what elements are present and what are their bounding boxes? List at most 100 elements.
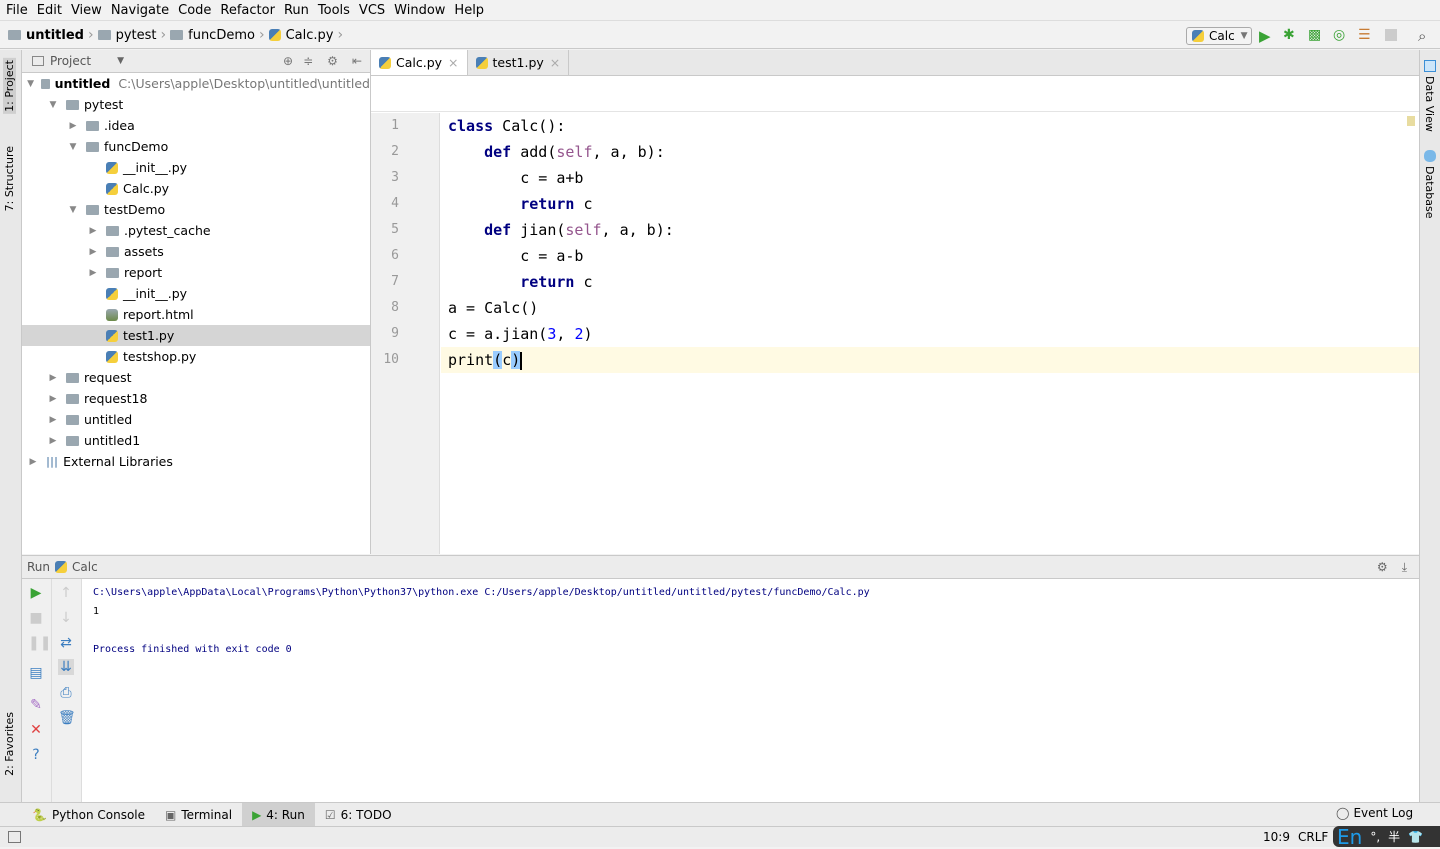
collapsed-arrow-icon[interactable]: ▶ [46, 373, 60, 383]
collapsed-arrow-icon[interactable]: ▶ [66, 121, 80, 131]
run-tab[interactable]: Calc [72, 560, 98, 574]
breadcrumb-item[interactable]: Calc.py › [268, 27, 343, 43]
caret-position[interactable]: 10:9 [1263, 830, 1290, 844]
tree-item[interactable]: ▼ funcDemo [22, 136, 370, 157]
chevron-down-icon[interactable]: ▼ [117, 56, 124, 66]
bottom-tab-todo[interactable]: ☑ 6: TODO [315, 803, 402, 826]
menu-run[interactable]: Run [284, 3, 309, 18]
tree-item[interactable]: __init__.py [22, 283, 370, 304]
profile-icon[interactable]: ◎ [1333, 27, 1349, 43]
collapsed-arrow-icon[interactable]: ▶ [86, 247, 100, 257]
menu-edit[interactable]: Edit [37, 3, 62, 18]
close-icon[interactable]: × [550, 55, 560, 70]
collapsed-arrow-icon[interactable]: ▶ [86, 226, 100, 236]
menu-navigate[interactable]: Navigate [111, 3, 169, 18]
console-output[interactable]: C:\Users\apple\AppData\Local\Programs\Py… [93, 583, 870, 659]
menu-vcs[interactable]: VCS [359, 3, 385, 18]
event-log-button[interactable]: ◯ Event Log [1336, 806, 1413, 820]
ime-indicator[interactable]: En °, 半 👕 [1333, 825, 1440, 849]
menu-view[interactable]: View [71, 3, 102, 18]
gear-icon[interactable]: ⚙ [327, 54, 338, 68]
layout-icon[interactable]: ▤ [28, 665, 44, 681]
pin-icon[interactable]: ✎ [28, 697, 44, 713]
menu-file[interactable]: File [6, 3, 28, 18]
minimize-icon[interactable]: ⤓ [1402, 560, 1407, 575]
collapsed-arrow-icon[interactable]: ▶ [26, 457, 40, 467]
code-line[interactable]: c = a.jian(3, 2) [441, 321, 1419, 347]
tree-item[interactable]: ▼ untitled C:\Users\apple\Desktop\untitled… [22, 73, 370, 94]
down-arrow-icon[interactable]: ↓ [58, 610, 74, 626]
menu-refactor[interactable]: Refactor [220, 3, 275, 18]
code-line[interactable]: return c [441, 269, 1419, 295]
help-icon[interactable]: ? [28, 747, 44, 763]
bottom-tab-python-console[interactable]: 🐍 Python Console [22, 803, 155, 826]
concurrency-icon[interactable]: ☰ [1358, 27, 1374, 43]
inspection-indicator[interactable] [1407, 116, 1415, 126]
collapsed-arrow-icon[interactable]: ▶ [86, 268, 100, 278]
hide-panel-icon[interactable]: ⇤ [352, 54, 362, 68]
expanded-arrow-icon[interactable]: ▼ [66, 142, 80, 152]
menu-help[interactable]: Help [454, 3, 484, 18]
bottom-tab-terminal[interactable]: ▣ Terminal [155, 803, 242, 826]
stop-icon[interactable]: ■ [28, 610, 44, 626]
expanded-arrow-icon[interactable]: ▼ [66, 205, 80, 215]
breadcrumb-item[interactable]: pytest › [97, 27, 166, 43]
tree-item[interactable]: testshop.py [22, 346, 370, 367]
collapsed-arrow-icon[interactable]: ▶ [46, 394, 60, 404]
tree-item[interactable]: ▶ untitled1 [22, 430, 370, 451]
run-icon[interactable]: ▶ [1259, 27, 1275, 45]
debug-icon[interactable]: ✱ [1283, 27, 1299, 43]
close-icon[interactable]: ✕ [28, 722, 44, 738]
tree-item[interactable]: ▶ .idea [22, 115, 370, 136]
tree-item[interactable]: ▶ request [22, 367, 370, 388]
tab-Calc-py[interactable]: Calc.py × [371, 50, 468, 75]
soft-wrap-icon[interactable]: ⇄ [58, 635, 74, 651]
close-icon[interactable]: × [448, 55, 458, 70]
code-line[interactable]: class Calc(): [441, 113, 1419, 139]
tree-item[interactable]: report.html [22, 304, 370, 325]
collapsed-arrow-icon[interactable]: ▶ [46, 436, 60, 446]
run-configuration-select[interactable]: Calc ▼ [1186, 27, 1252, 45]
menu-tools[interactable]: Tools [318, 3, 350, 18]
scroll-to-end-icon[interactable]: ⇊ [58, 659, 74, 675]
locate-icon[interactable]: ⊕ [283, 54, 293, 68]
code-line[interactable]: def add(self, a, b): [441, 139, 1419, 165]
tree-item[interactable]: ▼ testDemo [22, 199, 370, 220]
tree-item[interactable]: Calc.py [22, 178, 370, 199]
code-line[interactable]: a = Calc() [441, 295, 1419, 321]
tree-item[interactable]: __init__.py [22, 157, 370, 178]
expanded-arrow-icon[interactable]: ▼ [46, 100, 60, 110]
tool-tab-favorites[interactable]: 2: Favorites [3, 712, 16, 776]
tab-test1-py[interactable]: test1.py × [468, 50, 570, 75]
tree-item[interactable]: ▼ pytest [22, 94, 370, 115]
expanded-arrow-icon[interactable]: ▼ [26, 79, 35, 89]
collapse-all-icon[interactable]: ≑ [303, 54, 313, 68]
up-arrow-icon[interactable]: ↑ [58, 585, 74, 601]
trash-icon[interactable]: 🗑 [58, 710, 76, 726]
breadcrumb-item[interactable]: funcDemo › [170, 27, 265, 43]
tool-tab-data-view[interactable]: Data View [1423, 76, 1436, 132]
tool-tab-database[interactable]: Database [1423, 166, 1436, 219]
coverage-icon[interactable]: ▩ [1308, 27, 1324, 43]
code-line[interactable]: c = a+b [441, 165, 1419, 191]
tool-tab-project[interactable]: 1: Project [3, 58, 16, 114]
menu-code[interactable]: Code [178, 3, 211, 18]
tree-item[interactable]: ▶ request18 [22, 388, 370, 409]
tree-item[interactable]: ▶ assets [22, 241, 370, 262]
rerun-icon[interactable]: ▶ [28, 585, 44, 601]
tree-item[interactable]: ▶ ||| External Libraries [22, 451, 370, 472]
tool-windows-icon[interactable] [8, 831, 21, 843]
bottom-tab-run[interactable]: ▶ 4: Run [242, 803, 315, 826]
code-line[interactable]: print(c) [441, 347, 1419, 373]
stop-icon[interactable] [1385, 29, 1397, 41]
pause-icon[interactable]: ❚❚ [28, 635, 51, 651]
tree-item[interactable]: ▶ report [22, 262, 370, 283]
code-line[interactable]: c = a-b [441, 243, 1419, 269]
code-line[interactable]: def jian(self, a, b): [441, 217, 1419, 243]
menu-window[interactable]: Window [394, 3, 445, 18]
search-icon[interactable]: ⌕ [1418, 27, 1434, 45]
collapsed-arrow-icon[interactable]: ▶ [46, 415, 60, 425]
tree-item[interactable]: ▶ .pytest_cache [22, 220, 370, 241]
tool-tab-structure[interactable]: 7: Structure [3, 146, 16, 211]
code-line[interactable]: return c [441, 191, 1419, 217]
